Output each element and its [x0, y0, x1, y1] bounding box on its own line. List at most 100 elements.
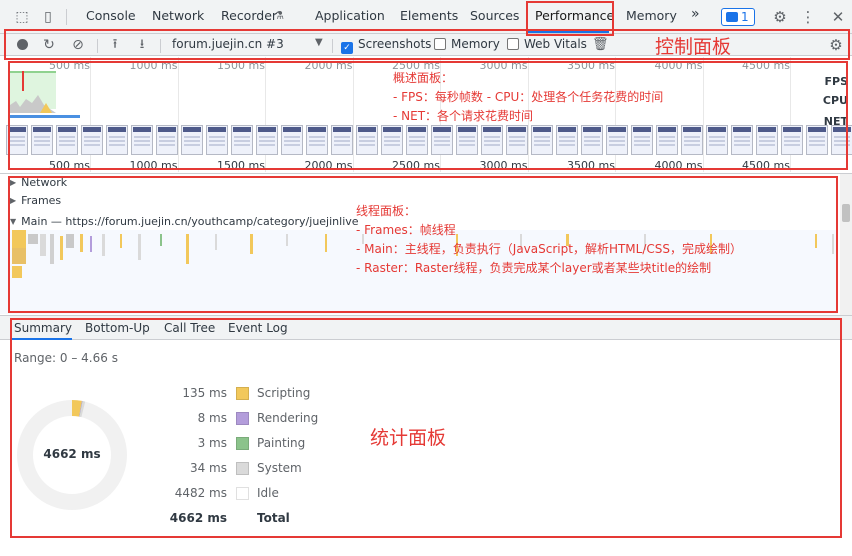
screenshot-thumbnail[interactable] — [506, 125, 528, 155]
download-profile-icon[interactable]: ⭳ — [134, 37, 150, 53]
screenshot-thumbnail[interactable] — [206, 125, 228, 155]
screenshot-thumbnail[interactable] — [156, 125, 178, 155]
collapse-triangle-icon[interactable]: ▼ — [10, 217, 16, 226]
flame-event-block[interactable] — [815, 234, 817, 248]
screenshot-thumbnail[interactable] — [331, 125, 353, 155]
flame-event-block[interactable] — [186, 234, 189, 264]
main-track-row[interactable]: ▼ Main — https://forum.juejin.cn/youthcam… — [10, 215, 359, 228]
flame-event-block[interactable] — [80, 234, 83, 252]
scroll-thumb[interactable] — [842, 204, 850, 222]
flame-event-block[interactable] — [138, 234, 141, 260]
screenshot-thumbnail[interactable] — [556, 125, 578, 155]
close-icon[interactable]: ✕ — [830, 9, 846, 25]
flame-event-block[interactable] — [832, 234, 834, 254]
category-duration: 3 ms — [197, 436, 227, 450]
screenshot-thumbnail[interactable] — [56, 125, 78, 155]
tab-elements[interactable]: Elements — [400, 8, 458, 23]
screenshots-checkbox[interactable]: ✓ Screenshots — [341, 37, 431, 54]
flame-event-block[interactable] — [60, 236, 63, 260]
screenshot-thumbnail[interactable] — [381, 125, 403, 155]
flame-event-block[interactable] — [325, 234, 327, 252]
web-vitals-checkbox[interactable]: Web Vitals — [507, 37, 587, 51]
flame-event-block[interactable] — [120, 234, 122, 248]
screenshot-thumbnail[interactable] — [531, 125, 553, 155]
record-icon[interactable] — [14, 37, 30, 53]
flame-event-block[interactable] — [12, 266, 22, 278]
capture-settings-gear-icon[interactable]: ⚙ — [828, 37, 844, 53]
flame-event-block[interactable] — [28, 234, 38, 244]
tab-performance[interactable]: Performance — [535, 8, 614, 23]
screenshot-thumbnail[interactable] — [581, 125, 603, 155]
screenshot-thumbnail[interactable] — [81, 125, 103, 155]
threads-scrollbar[interactable] — [840, 174, 852, 316]
flame-event-block[interactable] — [12, 230, 26, 248]
flame-event-block[interactable] — [250, 234, 253, 254]
gear-icon[interactable]: ⚙ — [772, 9, 788, 25]
screenshot-thumbnail[interactable] — [256, 125, 278, 155]
more-options-icon[interactable]: ⋮ — [800, 9, 816, 25]
more-tabs-button[interactable]: » — [691, 6, 700, 22]
tab-call-tree[interactable]: Call Tree — [164, 321, 215, 335]
screenshot-thumbnail[interactable] — [656, 125, 678, 155]
screenshot-thumbnail[interactable] — [6, 125, 28, 155]
memory-checkbox[interactable]: Memory — [434, 37, 500, 51]
screenshot-thumbnail[interactable] — [606, 125, 628, 155]
trash-icon[interactable]: 🗑 — [592, 37, 609, 53]
summary-legend-row: 4662 ms Total — [150, 511, 350, 527]
flame-event-block[interactable] — [286, 234, 288, 246]
expand-triangle-icon[interactable]: ▶ — [10, 196, 16, 205]
tab-memory[interactable]: Memory — [626, 8, 677, 23]
tab-event-log[interactable]: Event Log — [228, 321, 288, 335]
tab-bottom-up[interactable]: Bottom-Up — [85, 321, 150, 335]
overview-annotation-line: - NET：各个请求花费时间 — [393, 109, 534, 123]
issues-badge[interactable]: 1 — [721, 8, 755, 26]
tab-sources[interactable]: Sources — [470, 8, 519, 23]
reload-icon[interactable]: ↻ — [41, 37, 57, 53]
screenshot-thumbnail[interactable] — [306, 125, 328, 155]
device-toolbar-icon[interactable]: ▯ — [40, 9, 56, 25]
chevron-down-icon[interactable]: ▼ — [315, 37, 323, 48]
flame-event-block[interactable] — [215, 234, 217, 250]
expand-triangle-icon[interactable]: ▶ — [10, 178, 16, 187]
time-tick-label: 1500 ms — [217, 159, 265, 172]
screenshot-thumbnail[interactable] — [681, 125, 703, 155]
frames-track-row[interactable]: ▶ Frames — [10, 194, 61, 207]
flame-event-block[interactable] — [90, 236, 92, 252]
screenshot-thumbnail[interactable] — [781, 125, 803, 155]
upload-profile-icon[interactable]: ⭱ — [107, 37, 123, 53]
screenshot-thumbnail[interactable] — [431, 125, 453, 155]
screenshot-thumbnail[interactable] — [31, 125, 53, 155]
screenshot-thumbnail[interactable] — [131, 125, 153, 155]
screenshot-thumbnail[interactable] — [406, 125, 428, 155]
active-tab-indicator — [527, 31, 609, 33]
screenshot-thumbnail[interactable] — [106, 125, 128, 155]
screenshot-thumbnail[interactable] — [281, 125, 303, 155]
screenshot-thumbnail[interactable] — [356, 125, 378, 155]
inspect-element-icon[interactable]: ⬚ — [14, 9, 30, 25]
tab-console[interactable]: Console — [86, 8, 136, 23]
tab-application[interactable]: Application — [315, 8, 385, 23]
screenshot-thumbnail[interactable] — [481, 125, 503, 155]
screenshot-thumbnail[interactable] — [831, 125, 852, 155]
screenshot-thumbnail[interactable] — [631, 125, 653, 155]
tab-recorder[interactable]: Recorder — [221, 8, 277, 23]
flame-event-block[interactable] — [50, 234, 54, 264]
screenshot-thumbnail[interactable] — [706, 125, 728, 155]
screenshot-thumbnail[interactable] — [231, 125, 253, 155]
flame-event-block[interactable] — [160, 234, 162, 246]
flame-event-block[interactable] — [40, 234, 46, 256]
network-track-row[interactable]: ▶ Network — [10, 176, 67, 189]
flame-event-block[interactable] — [66, 234, 74, 248]
flame-event-block[interactable] — [102, 234, 105, 256]
flask-icon: ⚗ — [274, 9, 284, 22]
screenshot-thumbnail[interactable] — [181, 125, 203, 155]
screenshot-thumbnail[interactable] — [456, 125, 478, 155]
screenshot-thumbnail[interactable] — [756, 125, 778, 155]
clear-icon[interactable]: ⊘ — [70, 37, 86, 53]
flame-event-block[interactable] — [12, 248, 26, 264]
tab-summary[interactable]: Summary — [14, 321, 72, 335]
screenshot-thumbnail[interactable] — [731, 125, 753, 155]
tab-network[interactable]: Network — [152, 8, 204, 23]
screenshot-thumbnail[interactable] — [806, 125, 828, 155]
target-select[interactable]: forum.juejin.cn #3 — [172, 37, 284, 51]
